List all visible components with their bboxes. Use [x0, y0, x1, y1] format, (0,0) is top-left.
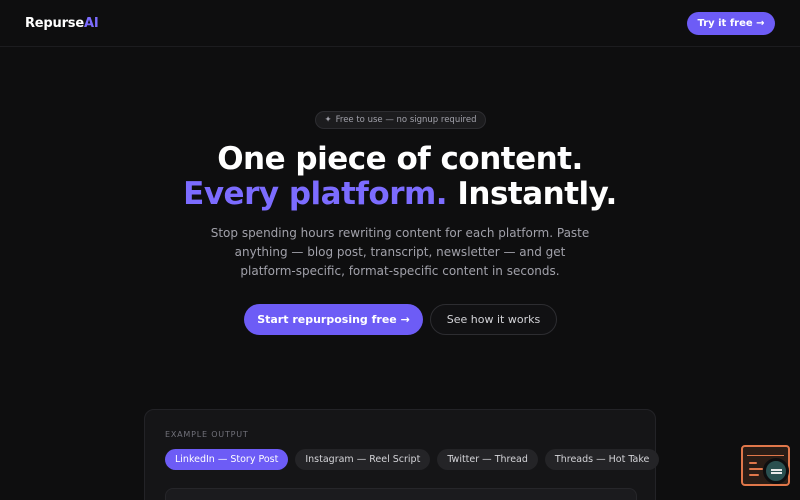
top-navbar: RepurseAI Try it free → [0, 0, 800, 47]
logo[interactable]: RepurseAI [25, 16, 99, 31]
widget-title-bar [747, 451, 784, 456]
widget-line [749, 474, 759, 476]
tab-twitter-thread[interactable]: Twitter — Thread [437, 449, 538, 470]
logo-accent-text: AI [83, 16, 99, 31]
landing-page: RepurseAI Try it free → ✦ Free to use — … [0, 0, 800, 500]
hero-subtitle: Stop spending hours rewriting content fo… [210, 226, 590, 278]
hero-title-highlight: Every platform. [183, 176, 448, 212]
widget-line [749, 468, 763, 470]
start-repurposing-button[interactable]: Start repurposing free → [244, 304, 423, 335]
badge-text: Free to use — no signup required [335, 115, 477, 125]
widget-line [749, 462, 757, 464]
see-how-it-works-button[interactable]: See how it works [430, 304, 557, 335]
tab-threads-hot-take[interactable]: Threads — Hot Take [544, 449, 660, 470]
hero-title-line-1: One piece of content. [217, 141, 583, 177]
sparkle-icon: ✦ [324, 115, 332, 125]
example-output-label: EXAMPLE OUTPUT [165, 430, 249, 439]
tab-linkedin-story-post[interactable]: LinkedIn — Story Post [165, 449, 289, 470]
hero-title: One piece of content. Every platform. In… [0, 142, 800, 212]
free-badge: ✦ Free to use — no signup required [315, 111, 486, 129]
tab-instagram-reel-script[interactable]: Instagram — Reel Script [295, 449, 431, 470]
example-output-panel [165, 488, 637, 500]
hero-title-line-2: Every platform. Instantly. [0, 177, 800, 212]
example-output-card: EXAMPLE OUTPUT LinkedIn — Story Post Ins… [144, 409, 660, 500]
logo-text: Repurse [25, 16, 84, 31]
hero-title-rest: Instantly. [457, 176, 617, 212]
search-icon-lines [770, 468, 782, 475]
platform-tabs: LinkedIn — Story Post Instagram — Reel S… [165, 449, 660, 470]
search-icon[interactable] [763, 458, 789, 484]
try-it-free-button[interactable]: Try it free → [687, 12, 775, 35]
